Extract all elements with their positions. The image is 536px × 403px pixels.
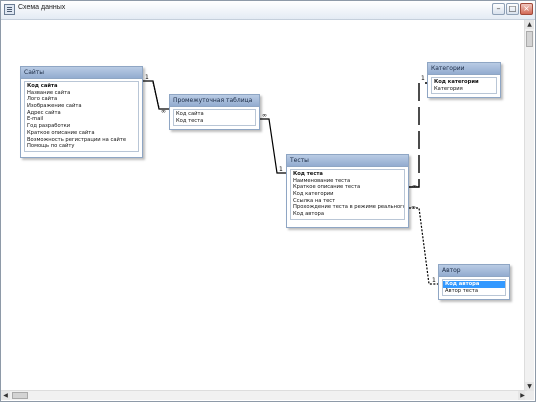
field-item[interactable]: Код сайта (174, 111, 255, 118)
vertical-scrollbar[interactable]: ▲ ▼ (524, 20, 534, 391)
cardinality-one: 1 (279, 166, 283, 173)
table-title[interactable]: Сайты (21, 67, 142, 79)
field-item[interactable]: Краткое описание теста (291, 184, 404, 191)
field-item[interactable]: Ссылка на тест (291, 198, 404, 205)
field-item[interactable]: Код категории (432, 79, 496, 86)
table-tests[interactable]: Тесты Код теста Наименование теста Кратк… (286, 154, 409, 228)
cardinality-one: 1 (432, 277, 436, 284)
cardinality-many: ∞ (161, 108, 166, 115)
field-item[interactable]: Наименование теста (291, 178, 404, 185)
table-title[interactable]: Промежуточная таблица (170, 95, 259, 107)
field-item[interactable]: Код теста (174, 118, 255, 125)
field-item[interactable]: Лого сайта (25, 96, 138, 103)
field-list: Код автора Автор теста (442, 279, 506, 297)
scroll-up-icon[interactable]: ▲ (525, 20, 534, 29)
scroll-thumb[interactable] (526, 31, 533, 47)
scroll-corner (525, 391, 534, 400)
field-item[interactable]: Год разработки (25, 123, 138, 130)
table-sites[interactable]: Сайты Код сайта Название сайта Лого сайт… (20, 66, 143, 158)
relation-link-tests[interactable] (260, 118, 286, 174)
field-item[interactable]: Помощь по сайту (25, 143, 138, 150)
field-item[interactable]: Автор теста (443, 288, 505, 295)
field-item[interactable]: Код сайта (25, 83, 138, 90)
field-item[interactable]: Возможность регистрации на сайте (25, 137, 138, 144)
field-item[interactable]: Код категории (291, 191, 404, 198)
field-item[interactable]: Изображение сайта (25, 103, 138, 110)
field-list: Код категории Категория (431, 77, 497, 95)
field-item[interactable]: Адрес сайта (25, 110, 138, 117)
field-item[interactable]: Код автора (291, 211, 404, 218)
field-item[interactable]: Категория (432, 86, 496, 93)
table-link[interactable]: Промежуточная таблица Код сайта Код тест… (169, 94, 260, 130)
relation-tests-categories[interactable] (409, 82, 427, 188)
table-authors[interactable]: Автор Код автора Автор теста (438, 264, 510, 300)
horizontal-scrollbar[interactable]: ◀ ▶ (1, 390, 527, 400)
cardinality-one: 1 (145, 74, 149, 81)
table-title[interactable]: Тесты (287, 155, 408, 167)
field-item[interactable]: Краткое описание сайта (25, 130, 138, 137)
field-item[interactable]: Код теста (291, 171, 404, 178)
table-title[interactable]: Категории (428, 63, 500, 75)
table-categories[interactable]: Категории Код категории Категория (427, 62, 501, 98)
field-item[interactable]: Прохождение теста в режиме реального вре… (291, 204, 404, 211)
relation-tests-authors[interactable] (409, 207, 438, 285)
cardinality-many: ∞ (411, 204, 416, 211)
cardinality-many: ∞ (412, 183, 417, 190)
scroll-left-icon[interactable]: ◀ (1, 391, 10, 400)
field-list: Код сайта Код теста (173, 109, 256, 127)
table-title[interactable]: Автор (439, 265, 509, 277)
data-schema-window: Схема данных – □ × 1 ∞ ∞ 1 ∞ 1 ∞ 1 Сайты… (0, 0, 536, 402)
cardinality-one: 1 (421, 75, 425, 82)
field-list: Код теста Наименование теста Краткое опи… (290, 169, 405, 220)
field-item[interactable]: Код автора (443, 281, 505, 288)
cardinality-many: ∞ (262, 112, 267, 119)
field-item[interactable]: Название сайта (25, 90, 138, 97)
field-list: Код сайта Название сайта Лого сайта Изоб… (24, 81, 139, 152)
scroll-thumb[interactable] (12, 392, 28, 399)
field-item[interactable]: E-mail (25, 116, 138, 123)
